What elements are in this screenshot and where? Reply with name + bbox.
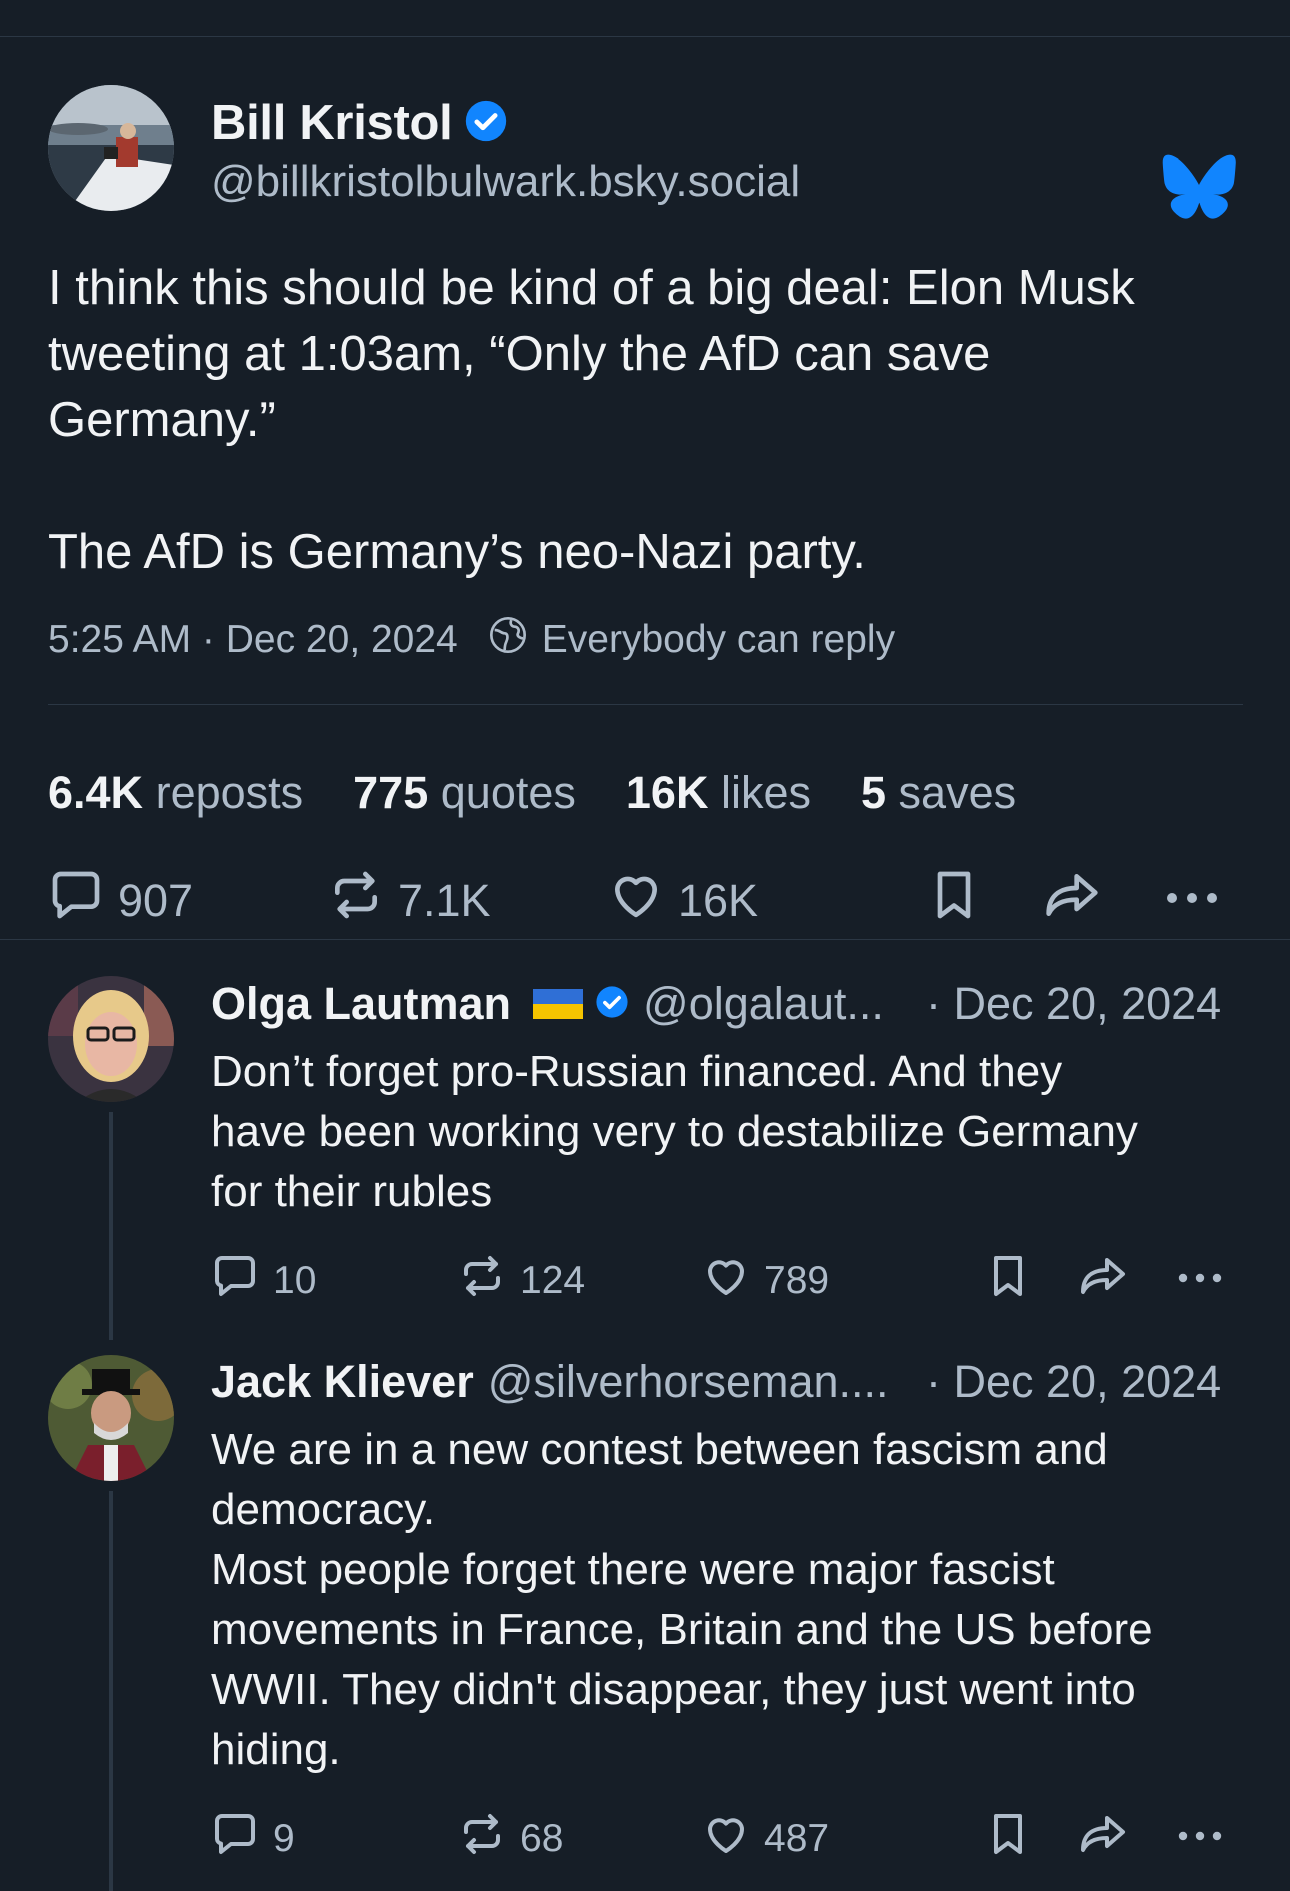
reply-author-handle[interactable]: @silverhorseman.... — [488, 1356, 889, 1408]
ukraine-flag-icon — [533, 978, 584, 1030]
heart-icon — [608, 867, 664, 934]
reply-author-name[interactable]: Jack Kliever — [211, 1356, 474, 1408]
share-arrow-icon — [1076, 1252, 1130, 1310]
bookmark-icon — [984, 1252, 1032, 1310]
reply-author-handle[interactable]: @olgalaut... — [643, 978, 884, 1030]
repost-icon — [458, 1252, 506, 1310]
reply-header: Olga Lautman @olgalaut... — [211, 974, 884, 1034]
bookmark-icon — [926, 867, 982, 934]
more-dots-icon — [1175, 1810, 1225, 1854]
like-count: 487 — [764, 1817, 830, 1860]
reply-count: 10 — [273, 1259, 317, 1302]
repost-count: 7.1K — [398, 874, 491, 926]
verified-badge-icon — [595, 978, 629, 1030]
share-button[interactable] — [1076, 1810, 1130, 1868]
reply-date[interactable]: · Dec 20, 2024 — [926, 974, 1221, 1034]
bookmark-icon — [984, 1810, 1032, 1868]
main-post: Bill Kristol @billkristolbulwark.bsky.so… — [0, 37, 1290, 937]
stats-divider — [48, 704, 1243, 705]
like-button[interactable]: 487 — [702, 1810, 829, 1868]
author-handle[interactable]: @billkristolbulwark.bsky.social — [211, 157, 800, 207]
post-text-paragraph-1: I think this should be kind of a big dea… — [48, 261, 1135, 447]
reply-item[interactable]: Olga Lautman @olgalaut... · Dec 20, 2024… — [0, 940, 1290, 1340]
post-actions: 907 7.1K 16K — [0, 867, 1290, 927]
share-arrow-icon — [1040, 867, 1104, 934]
reply-icon — [48, 867, 104, 934]
post-text: I think this should be kind of a big dea… — [48, 255, 1248, 585]
reply-text: Don’t forget pro-Russian financed. And t… — [211, 1047, 1138, 1216]
reposts-stat[interactable]: 6.4K reposts — [48, 767, 303, 819]
repost-button[interactable]: 68 — [458, 1810, 563, 1868]
repost-button[interactable]: 124 — [458, 1252, 585, 1310]
reply-author-avatar[interactable] — [48, 1355, 174, 1481]
bookmark-button[interactable] — [926, 867, 982, 934]
reply-button[interactable]: 10 — [211, 1252, 316, 1310]
bookmark-button[interactable] — [984, 1810, 1032, 1868]
post-meta: 5:25 AM · Dec 20, 2024 Everybody can rep… — [48, 615, 895, 665]
quotes-stat[interactable]: 775 quotes — [353, 767, 576, 819]
repost-count: 124 — [520, 1259, 586, 1302]
post-timestamp[interactable]: 5:25 AM · Dec 20, 2024 — [48, 618, 458, 662]
repost-count: 68 — [520, 1817, 564, 1860]
more-dots-icon — [1175, 1252, 1225, 1296]
heart-icon — [702, 1810, 750, 1868]
author-name[interactable]: Bill Kristol — [211, 95, 453, 151]
reply-icon — [211, 1810, 259, 1868]
repost-icon — [328, 867, 384, 934]
reply-count: 907 — [118, 874, 194, 926]
saves-stat[interactable]: 5 saves — [861, 767, 1016, 819]
reply-author-avatar[interactable] — [48, 976, 174, 1102]
repost-icon — [458, 1810, 506, 1868]
like-button[interactable]: 789 — [702, 1252, 829, 1310]
reply-text: We are in a new contest between fascism … — [211, 1425, 1153, 1774]
reply-setting[interactable]: Everybody can reply — [542, 618, 895, 662]
more-options-button[interactable] — [1162, 867, 1222, 919]
reply-actions: 10 124 789 — [0, 1252, 1290, 1302]
share-arrow-icon — [1076, 1810, 1130, 1868]
reply-button[interactable]: 9 — [211, 1810, 295, 1868]
author-avatar[interactable] — [48, 85, 174, 211]
reply-item[interactable]: Jack Kliever @silverhorseman.... · Dec 2… — [0, 1340, 1290, 1891]
likes-stat[interactable]: 16K likes — [626, 767, 811, 819]
share-button[interactable] — [1076, 1252, 1130, 1310]
reply-count: 9 — [273, 1817, 295, 1860]
share-button[interactable] — [1040, 867, 1104, 934]
repost-button[interactable]: 7.1K — [328, 867, 491, 934]
engagement-stats: 6.4K reposts 775 quotes 16K likes 5 save… — [48, 767, 1066, 819]
verified-badge-icon — [464, 99, 508, 148]
like-button[interactable]: 16K — [608, 867, 758, 934]
more-dots-icon — [1162, 867, 1222, 919]
post-text-paragraph-2: The AfD is Germany’s neo-Nazi party. — [48, 525, 866, 579]
author-name-row: Bill Kristol — [211, 93, 508, 153]
globe-icon — [488, 615, 528, 665]
reply-actions: 9 68 487 — [0, 1810, 1290, 1860]
heart-icon — [702, 1252, 750, 1310]
more-options-button[interactable] — [1175, 1810, 1225, 1854]
reply-author-name[interactable]: Olga Lautman — [211, 978, 511, 1030]
reply-button[interactable]: 907 — [48, 867, 193, 934]
reply-header: Jack Kliever @silverhorseman.... — [211, 1352, 889, 1412]
bluesky-butterfly-icon — [1161, 153, 1237, 221]
like-count: 16K — [678, 874, 759, 926]
bookmark-button[interactable] — [984, 1252, 1032, 1310]
thread-line — [109, 1112, 113, 1340]
like-count: 789 — [764, 1259, 830, 1302]
reply-date[interactable]: · Dec 20, 2024 — [926, 1352, 1221, 1412]
post-thread-page: Bill Kristol @billkristolbulwark.bsky.so… — [0, 0, 1290, 1891]
reply-icon — [211, 1252, 259, 1310]
more-options-button[interactable] — [1175, 1252, 1225, 1296]
